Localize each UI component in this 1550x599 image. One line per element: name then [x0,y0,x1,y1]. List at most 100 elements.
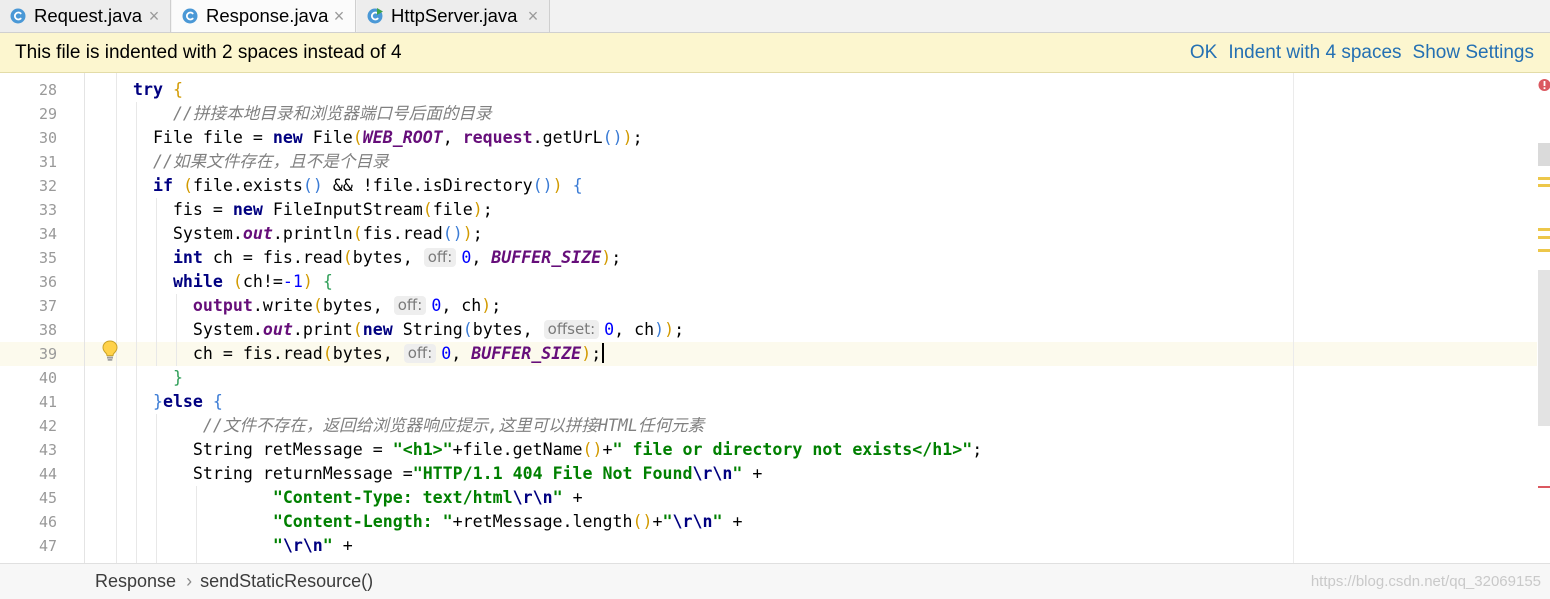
line-number[interactable]: 46 [0,510,57,534]
line-number[interactable]: 36 [0,270,57,294]
close-icon[interactable]: × [148,6,160,27]
code-line[interactable]: 38 System.out.print(new String(bytes, of… [0,318,1537,342]
code-line[interactable]: 41 }else { [0,390,1537,414]
code-line[interactable]: 43 String retMessage = "<h1>"+file.getNa… [0,438,1537,462]
code-token: + [602,440,613,459]
line-number[interactable]: 28 [0,78,57,102]
tab-request-java[interactable]: Request.java × [0,0,171,32]
code-line[interactable]: 37 output.write(bytes, off: 0, ch); [0,294,1537,318]
show-settings-link[interactable]: Show Settings [1413,42,1534,64]
code-token: 0 [604,320,615,339]
line-number[interactable]: 45 [0,486,57,510]
line-number[interactable]: 43 [0,438,57,462]
line-number[interactable]: 29 [0,102,57,126]
code-token: File file = [93,128,273,147]
code-token: BUFFER_SIZE [491,248,602,267]
code-line[interactable]: 34 System.out.println(fis.read()); [0,222,1537,246]
code-token: " file or directory not exists</h1>" [612,440,973,459]
code-token: int [172,248,203,267]
parameter-hint: offset: [543,320,600,339]
java-runnable-class-icon [367,8,383,24]
code-token: ; [674,320,685,339]
code-text: ch = fis.read(bytes, off: 0, BUFFER_SIZE)… [93,342,605,366]
code-line[interactable]: 33 fis = new FileInputStream(file); [0,198,1537,222]
lightbulb-icon[interactable] [101,340,119,362]
code-line[interactable]: 31 //如果文件存在，且不是个目录 [0,150,1537,174]
java-class-icon [10,8,26,24]
tab-label: Request.java [34,5,142,26]
code-token: ) [654,320,665,339]
warning-stripe-mark[interactable] [1538,228,1550,231]
code-token: bytes, [472,320,543,339]
code-token: ) [601,248,612,267]
code-lines[interactable]: 28 try {29 //拼接本地目录和浏览器端口号后面的目录 30 File f… [0,78,1537,558]
warning-stripe-mark[interactable] [1538,249,1550,252]
line-number[interactable]: 31 [0,150,57,174]
code-token: ) [642,512,653,531]
code-line[interactable]: 29 //拼接本地目录和浏览器端口号后面的目录 [0,102,1537,126]
close-icon[interactable]: × [333,6,345,27]
code-token: ( [462,320,473,339]
code-line[interactable]: 45 "Content-Type: text/html\r\n" + [0,486,1537,510]
code-token: ) [581,344,592,363]
warning-stripe-mark[interactable] [1538,177,1550,180]
code-line[interactable]: 46 "Content-Length: "+retMessage.length(… [0,510,1537,534]
code-line[interactable]: 47 "\r\n" + [0,534,1537,558]
code-line[interactable]: 32 if (file.exists() && !file.isDirector… [0,174,1537,198]
code-line[interactable]: 39 ch = fis.read(bytes, off: 0, BUFFER_SI… [0,342,1537,366]
line-number[interactable]: 40 [0,366,57,390]
code-token: File [302,128,353,147]
code-token: .write [252,296,313,315]
error-stripe-mark[interactable] [1538,486,1550,488]
code-token: ( [232,272,243,291]
code-line[interactable]: 44 String returnMessage ="HTTP/1.1 404 F… [0,462,1537,486]
line-number[interactable]: 41 [0,390,57,414]
ok-link[interactable]: OK [1190,42,1217,64]
code-token: + [562,488,583,507]
code-token: //如果文件存在，且不是个目录 [152,152,389,171]
code-line[interactable]: 36 while (ch!=-1) { [0,270,1537,294]
line-number[interactable]: 44 [0,462,57,486]
tab-response-java[interactable]: Response.java × [172,0,356,32]
code-line[interactable]: 30 File file = new File(WEB_ROOT, reques… [0,126,1537,150]
line-number[interactable]: 39 [0,342,57,366]
code-line[interactable]: 40 } [0,366,1537,390]
close-icon[interactable]: × [527,6,539,27]
code-token: ) [472,200,483,219]
code-line[interactable]: 35 int ch = fis.read(bytes, off: 0, BUFFE… [0,246,1537,270]
warning-stripe-mark[interactable] [1538,184,1550,187]
line-number[interactable]: 34 [0,222,57,246]
code-line[interactable]: 42 //文件不存在，返回给浏览器响应提示,这里可以拼接HTML任何元素 [0,414,1537,438]
line-number[interactable]: 33 [0,198,57,222]
tab-httpserver-java[interactable]: HttpServer.java × [357,0,550,32]
indent-with-4-spaces-link[interactable]: Indent with 4 spaces [1228,42,1401,64]
code-text: //如果文件存在，且不是个目录 [93,150,389,174]
line-number[interactable]: 37 [0,294,57,318]
line-number[interactable]: 35 [0,246,57,270]
code-token: , [471,248,492,267]
code-token: 0 [461,248,472,267]
code-text: String returnMessage ="HTTP/1.1 404 File… [93,462,763,486]
line-number[interactable]: 32 [0,174,57,198]
error-stripe-mark[interactable] [1538,143,1550,166]
code-token: \r\n [692,464,733,483]
line-number[interactable]: 42 [0,414,57,438]
line-number[interactable]: 30 [0,126,57,150]
scrollbar-thumb[interactable] [1538,270,1550,426]
line-number[interactable]: 47 [0,534,57,558]
code-token: { [322,272,333,291]
code-token: "Content-Length: " [272,512,453,531]
line-number[interactable]: 38 [0,318,57,342]
code-editor[interactable]: 28 try {29 //拼接本地目录和浏览器端口号后面的目录 30 File f… [0,73,1550,563]
code-line[interactable]: 28 try { [0,78,1537,102]
error-status-icon[interactable] [1538,78,1550,92]
breadcrumb-class[interactable]: Response [95,570,176,592]
code-text: int ch = fis.read(bytes, off: 0, BUFFER_S… [93,246,621,270]
code-token: { [572,176,583,195]
breadcrumb-method[interactable]: sendStaticResource() [200,570,373,592]
code-token: ) [552,176,563,195]
warning-stripe-mark[interactable] [1538,236,1550,239]
